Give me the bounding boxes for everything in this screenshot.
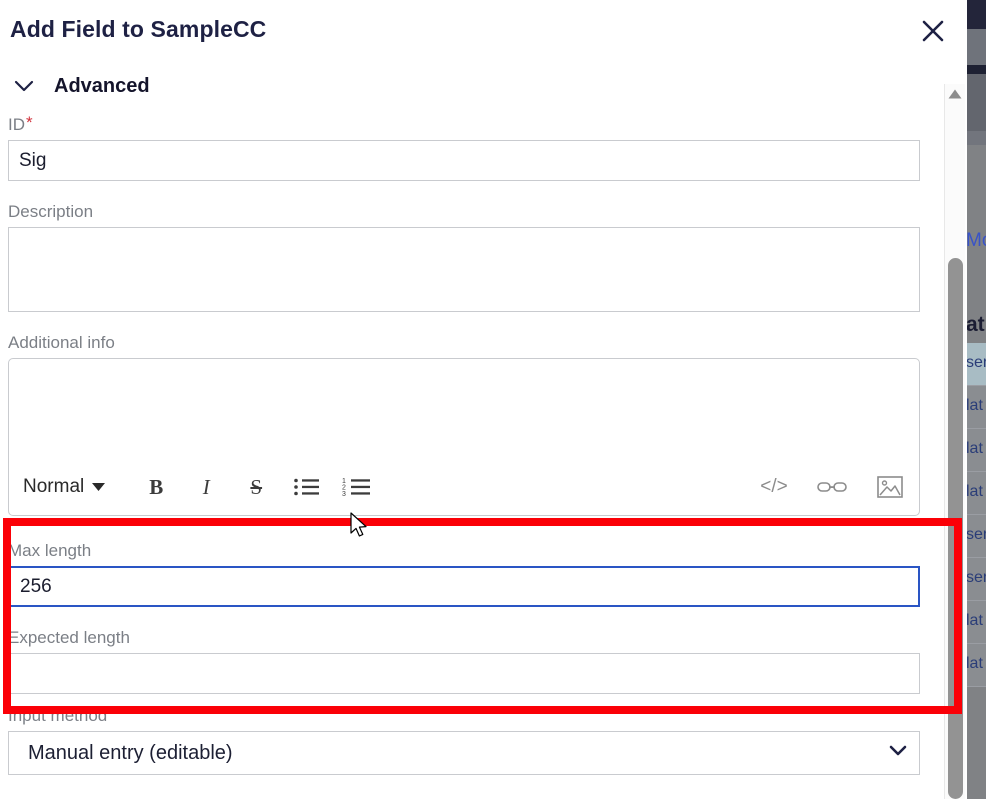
background-table-row: ser [964,515,986,558]
text-style-select[interactable]: Normal [23,476,106,498]
additional-info-rich-text-editor: Normal B I S 1 2 3 </> [8,358,920,516]
close-button[interactable] [914,12,952,50]
triangle-up-icon [948,89,962,99]
bullet-list-icon [294,478,320,496]
code-block-button[interactable]: </> [757,467,791,507]
scrollbar-thumb[interactable] [948,258,963,799]
background-table-row: lat [964,429,986,472]
image-icon [877,476,903,498]
background-table-row: ser [964,558,986,601]
background-table-row: lat [964,601,986,644]
id-field-label: ID* [0,114,940,140]
input-method-select-wrapper: Manual entry (editable) [8,731,920,775]
close-icon [922,20,944,42]
italic-button[interactable]: I [189,467,223,507]
additional-info-field-label: Additional info [8,333,115,352]
description-textarea[interactable] [8,227,920,312]
dialog-scrollbar[interactable] [944,84,965,799]
form-body: ID* Description Additional info Normal [0,114,940,775]
max-length-field-label: Max length [8,541,92,560]
strikethrough-button[interactable]: S [239,467,273,507]
chevron-down-icon [92,482,106,491]
svg-text:3: 3 [342,491,346,497]
expected-length-field-label: Expected length [8,628,130,647]
chevron-down-icon [14,80,34,92]
background-table-row: lat [964,386,986,429]
background-table-row: lat [964,472,986,515]
bullet-list-button[interactable] [289,467,323,507]
rich-text-toolbar: Normal B I S 1 2 3 </> [9,459,919,515]
background-table: serlatlatlatserserlatlat [964,343,986,687]
add-field-dialog: Add Field to SampleCC Advanced ID* Descr… [0,0,967,799]
expected-length-input[interactable] [8,653,920,694]
bold-button[interactable]: B [139,467,173,507]
advanced-section-toggle[interactable]: Advanced [10,72,150,100]
numbered-list-button[interactable]: 1 2 3 [339,467,373,507]
rich-text-content-area[interactable] [9,359,919,460]
background-heading: at [966,313,985,336]
toolbar-left-group: Normal B I S 1 2 3 [23,467,389,507]
input-method-selected-value: Manual entry (editable) [28,741,233,764]
toolbar-right-group: </> [733,467,907,507]
advanced-section-label: Advanced [54,74,150,97]
input-method-select[interactable]: Manual entry (editable) [8,731,920,775]
max-length-input[interactable] [8,566,920,607]
description-field-label: Description [8,202,94,221]
id-required-marker: * [26,113,33,132]
background-table-row: ser [964,343,986,386]
input-method-field-label: Input method [8,706,108,725]
dialog-title: Add Field to SampleCC [10,16,267,42]
text-style-select-value: Normal [23,476,85,497]
id-label-text: ID [8,115,25,134]
background-link[interactable]: Mo [966,230,986,252]
id-input[interactable] [8,140,920,181]
scrollbar-up-button[interactable] [945,84,965,104]
insert-image-button[interactable] [873,467,907,507]
link-icon [817,482,847,492]
numbered-list-icon: 1 2 3 [342,478,371,497]
background-table-row: lat [964,644,986,687]
insert-link-button[interactable] [815,467,849,507]
